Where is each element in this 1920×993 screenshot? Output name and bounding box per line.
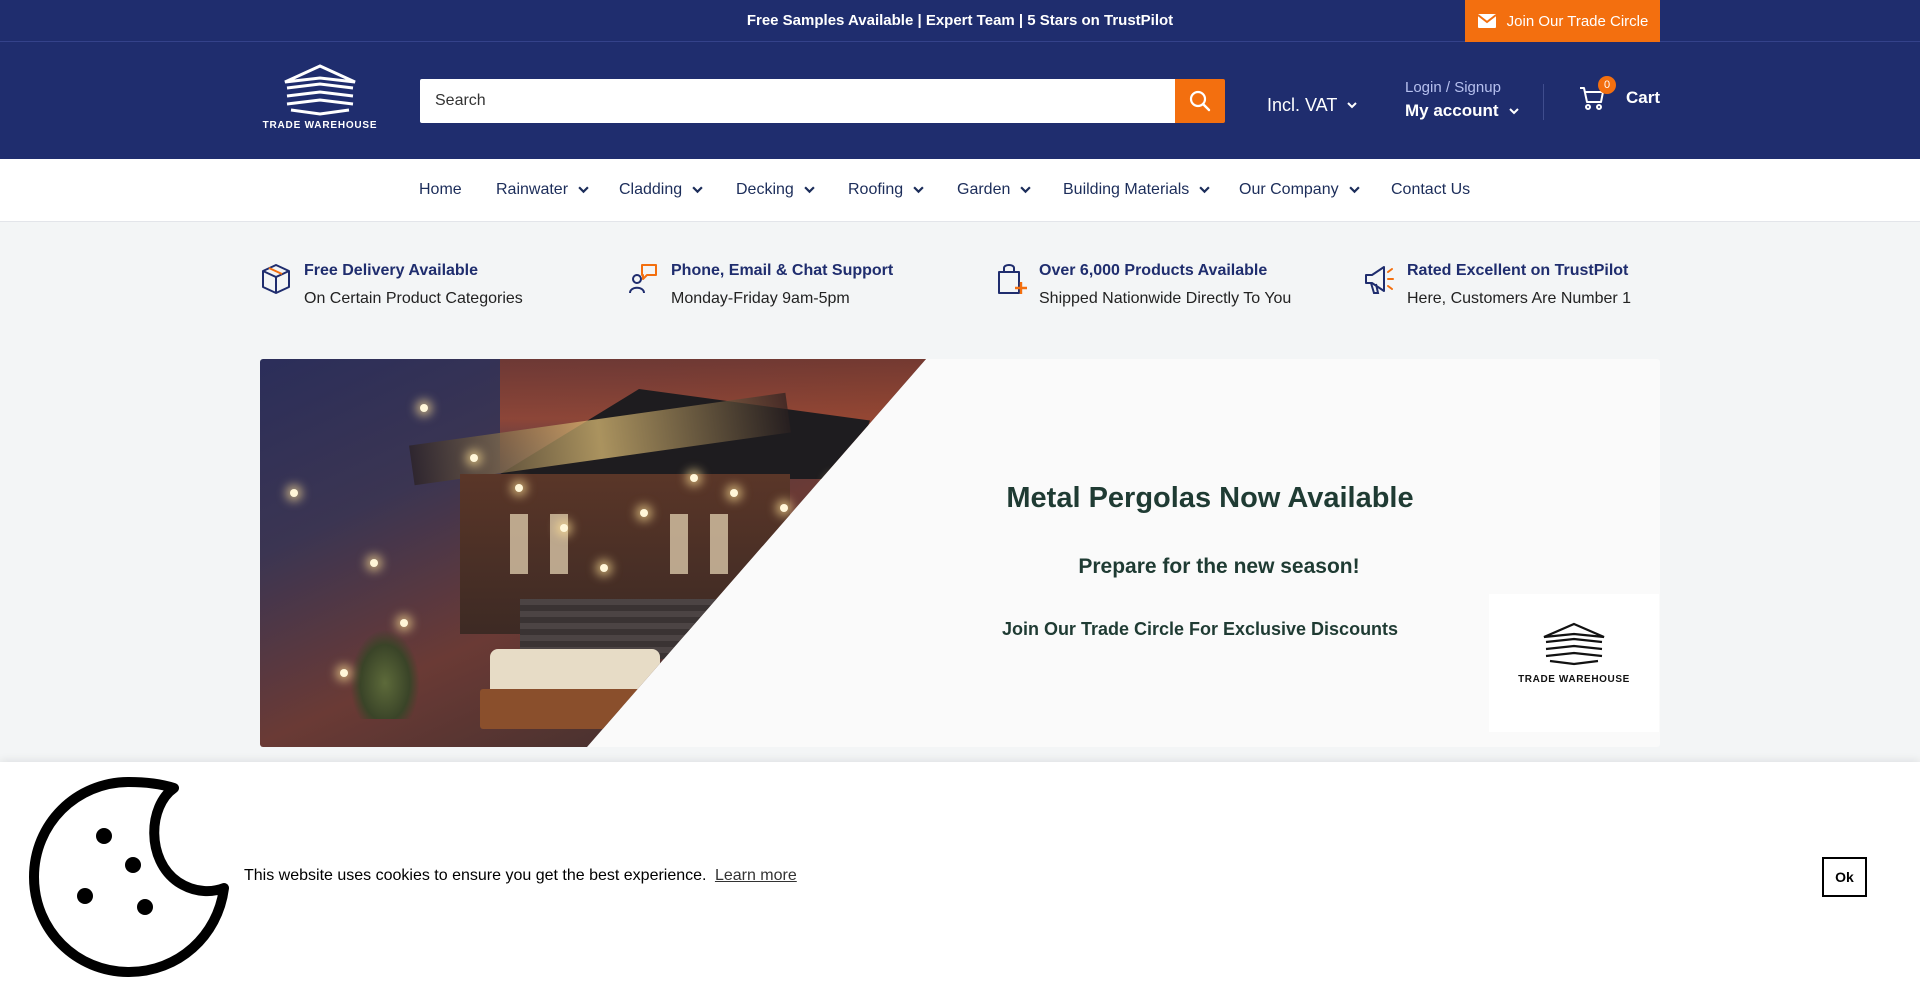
support-chat-icon [629, 264, 657, 294]
join-trade-circle-label: Join Our Trade Circle [1506, 12, 1649, 30]
search-icon [1189, 90, 1211, 112]
logo-icon [1543, 622, 1605, 666]
mail-icon [1477, 14, 1497, 28]
nav-item-contact-us[interactable]: Contact Us [1391, 181, 1470, 199]
chevron-down-icon [913, 186, 924, 194]
search-input[interactable] [420, 79, 1175, 123]
account-menu[interactable]: Login / Signup My account [1405, 79, 1519, 121]
logo[interactable]: TRADE WAREHOUSE [260, 64, 380, 139]
nav-item-label: Decking [736, 181, 794, 198]
cart-button[interactable]: 0 Cart [1578, 76, 1661, 112]
cookie-text: This website uses cookies to ensure you … [244, 867, 707, 884]
nav-item-label: Garden [957, 181, 1011, 198]
chevron-down-icon [1347, 102, 1358, 109]
usp-subtitle: On Certain Product Categories [304, 290, 523, 307]
chevron-down-icon [1199, 186, 1210, 194]
usp-subtitle: Shipped Nationwide Directly To You [1039, 290, 1292, 307]
chevron-down-icon [692, 186, 703, 194]
nav-item-our-company[interactable]: Our Company [1239, 181, 1360, 199]
usp-title: Rated Excellent on TrustPilot [1407, 262, 1629, 279]
nav-item-label: Contact Us [1391, 181, 1471, 198]
nav-item-label: Cladding [619, 181, 683, 198]
banner-title: Metal Pergolas Now Available [1006, 482, 1414, 514]
nav-item-building-materials[interactable]: Building Materials [1063, 181, 1210, 199]
vat-selector[interactable]: Incl. VAT [1267, 95, 1358, 116]
main-nav: Home Rainwater Cladding Decking Roofing Garde… [0, 159, 1920, 222]
box-icon [262, 264, 290, 294]
pergola-image [260, 359, 926, 747]
logo-text: TRADE WAREHOUSE [262, 120, 378, 131]
hero-banner[interactable]: Metal Pergolas Now Available Prepare for… [260, 359, 1660, 747]
join-trade-circle-button[interactable]: Join Our Trade Circle [1465, 0, 1660, 42]
chevron-down-icon [1348, 186, 1360, 194]
usp-support: Phone, Email & Chat Support Monday-Frida… [627, 262, 893, 308]
cart-label: Cart [1626, 88, 1661, 107]
nav-item-cladding[interactable]: Cladding [619, 181, 703, 199]
login-signup-link[interactable]: Login / Signup [1405, 79, 1519, 96]
nav-item-label: Roofing [848, 181, 904, 198]
nav-item-rainwater[interactable]: Rainwater [496, 181, 589, 199]
nav-item-decking[interactable]: Decking [736, 181, 815, 199]
cart-icon-wrap: 0 [1578, 76, 1616, 112]
search-button[interactable] [1175, 79, 1225, 123]
announcement-bar: Free Samples Available | Expert Team | 5… [0, 0, 1920, 42]
vat-label: Incl. VAT [1267, 95, 1338, 115]
search-bar [420, 79, 1225, 123]
cart-count-badge: 0 [1598, 76, 1616, 94]
usp-title: Phone, Email & Chat Support [671, 262, 894, 279]
nav-item-home[interactable]: Home [419, 181, 462, 199]
nav-item-roofing[interactable]: Roofing [848, 181, 924, 199]
cookie-message: This website uses cookies to ensure you … [244, 867, 797, 885]
logo-icon [284, 64, 356, 116]
usp-trustpilot: Rated Excellent on TrustPilot Here, Cust… [1363, 262, 1631, 308]
cookie-consent-bar: This website uses cookies to ensure you … [0, 762, 1920, 993]
header-divider [1543, 84, 1544, 120]
nav-item-label: Rainwater [496, 181, 569, 198]
my-account-dropdown[interactable]: My account [1405, 101, 1519, 121]
banner-logo: TRADE WAREHOUSE [1489, 594, 1659, 732]
chevron-down-icon [578, 186, 589, 194]
usp-title: Free Delivery Available [304, 262, 479, 279]
shopping-bag-icon [998, 264, 1027, 294]
banner-logo-text: TRADE WAREHOUSE [1518, 674, 1630, 685]
learn-more-link[interactable]: Learn more [715, 867, 797, 884]
banner-cta: Join Our Trade Circle For Exclusive Disc… [1001, 619, 1399, 639]
usp-delivery: Free Delivery Available On Certain Produ… [260, 262, 523, 308]
nav-item-label: Home [419, 181, 462, 198]
nav-item-label: Building Materials [1063, 181, 1190, 198]
chevron-down-icon [1020, 186, 1032, 194]
nav-item-label: Our Company [1239, 181, 1339, 198]
usp-subtitle: Monday-Friday 9am-5pm [671, 290, 850, 307]
nav-item-garden[interactable]: Garden [957, 181, 1032, 199]
usp-subtitle: Here, Customers Are Number 1 [1407, 290, 1632, 307]
usp-title: Over 6,000 Products Available [1039, 262, 1268, 279]
chevron-down-icon [804, 186, 815, 194]
site-header: TRADE WAREHOUSE Incl. VAT Login / Signup… [0, 42, 1920, 159]
chevron-down-icon [1508, 107, 1519, 114]
cookie-ok-button[interactable]: Ok [1822, 857, 1867, 897]
cookie-icon [29, 777, 229, 977]
banner-subtitle: Prepare for the new season! [1078, 555, 1360, 578]
megaphone-icon [1365, 266, 1394, 294]
usp-products: Over 6,000 Products Available Shipped Na… [995, 262, 1291, 308]
my-account-label: My account [1405, 101, 1499, 120]
